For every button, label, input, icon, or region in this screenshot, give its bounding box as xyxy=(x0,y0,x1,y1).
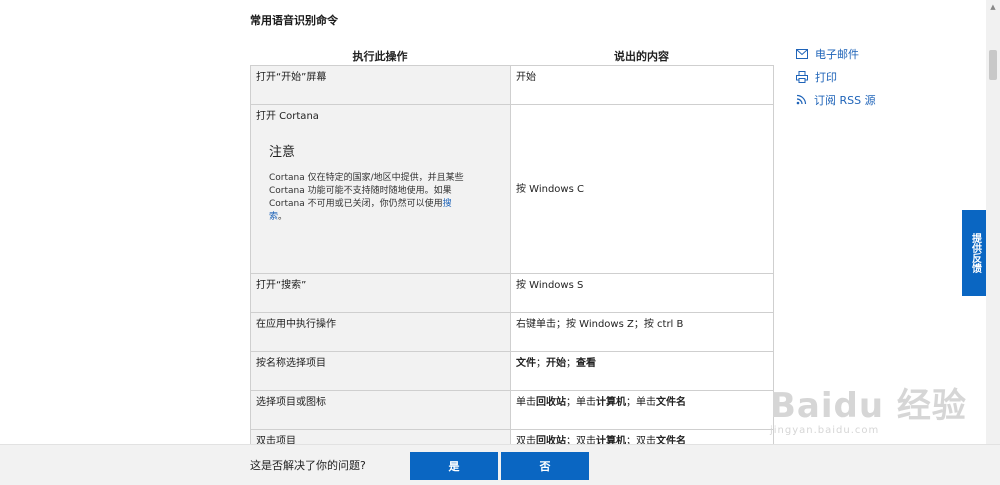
page-title: 常用语音识别命令 xyxy=(250,14,338,27)
table-row: 打开“搜索” 按 Windows S xyxy=(250,273,774,313)
rss-link[interactable]: 订阅 RSS 源 xyxy=(796,88,876,111)
no-button[interactable]: 否 xyxy=(501,452,589,480)
say-cell: 文件；开始；查看 xyxy=(510,351,774,391)
print-link[interactable]: 打印 xyxy=(796,65,876,88)
action-cell: 打开 Cortana 注意 Cortana 仅在特定的国家/地区中提供，并且某些… xyxy=(250,104,511,274)
note-body: Cortana 仅在特定的国家/地区中提供，并且某些 Cortana 功能可能不… xyxy=(269,172,465,224)
say-cell: 单击回收站；单击计算机；单击文件名 xyxy=(510,390,774,430)
yes-button[interactable]: 是 xyxy=(410,452,498,480)
say-separator: ； xyxy=(536,358,546,369)
watermark-sub: jingyan.baidu.com xyxy=(770,425,880,436)
column-header-say: 说出的内容 xyxy=(614,50,669,63)
feedback-tab[interactable]: 提供反馈 xyxy=(962,210,988,296)
action-cell: 选择项目或图标 xyxy=(250,390,511,430)
action-cell: 打开“开始”屏幕 xyxy=(250,65,511,105)
table-row: 选择项目或图标 单击回收站；单击计算机；单击文件名 xyxy=(250,390,774,430)
scrollbar[interactable]: ▲ ▼ xyxy=(986,0,1000,485)
say-cell: 右键单击；按 Windows Z；按 ctrl B xyxy=(510,312,774,352)
say-keyword: 查看 xyxy=(576,358,596,369)
say-separator: ； xyxy=(566,358,576,369)
mail-icon xyxy=(796,48,808,59)
rss-icon xyxy=(796,94,807,105)
rss-label: 订阅 RSS 源 xyxy=(814,93,876,107)
feedback-bar: 这是否解决了你的问题? 是 否 xyxy=(0,444,1000,485)
print-label: 打印 xyxy=(815,70,837,84)
note-text: Cortana 仅在特定的国家/地区中提供，并且某些 Cortana 功能可能不… xyxy=(269,172,464,209)
say-keyword: 回收站 xyxy=(536,397,566,408)
watermark-main: Baidu 经验 xyxy=(770,386,967,426)
say-cell: 按 Windows C xyxy=(510,104,774,274)
say-keyword: 计算机 xyxy=(596,397,626,408)
baidu-watermark-logo: Baidu 经验 jingyan.baidu.com xyxy=(770,378,967,436)
command-grid: 打开“开始”屏幕 开始 打开 Cortana 注意 Cortana 仅在特定的国… xyxy=(250,65,774,469)
note-title: 注意 xyxy=(269,145,296,160)
say-cell: 按 Windows S xyxy=(510,273,774,313)
table-row: 按名称选择项目 文件；开始；查看 xyxy=(250,351,774,391)
action-cell: 打开“搜索” xyxy=(250,273,511,313)
scroll-up-icon[interactable]: ▲ xyxy=(989,3,997,11)
share-links: 电子邮件 打印 订阅 RSS 源 xyxy=(796,42,876,111)
scroll-thumb[interactable] xyxy=(989,50,997,80)
say-verb: ；单击 xyxy=(626,397,656,408)
say-keyword: 文件 xyxy=(516,358,536,369)
action-cell: 在应用中执行操作 xyxy=(250,312,511,352)
say-keyword: 文件名 xyxy=(656,397,686,408)
table-header: 执行此操作 说出的内容 xyxy=(250,47,773,65)
say-keyword: 开始 xyxy=(546,358,566,369)
column-header-action: 执行此操作 xyxy=(352,50,408,63)
table-row: 打开 Cortana 注意 Cortana 仅在特定的国家/地区中提供，并且某些… xyxy=(250,104,774,274)
say-verb: ；单击 xyxy=(566,397,596,408)
email-label: 电子邮件 xyxy=(815,47,859,61)
action-text: 打开 Cortana xyxy=(256,111,319,122)
email-link[interactable]: 电子邮件 xyxy=(796,42,876,65)
say-cell: 开始 xyxy=(510,65,774,105)
note-end: 。 xyxy=(278,212,288,223)
table-row: 在应用中执行操作 右键单击；按 Windows Z；按 ctrl B xyxy=(250,312,774,352)
command-table: 执行此操作 说出的内容 打开“开始”屏幕 开始 打开 Cortana 注意 Co… xyxy=(250,47,774,469)
table-row: 打开“开始”屏幕 开始 xyxy=(250,65,774,105)
say-verb: 单击 xyxy=(516,397,536,408)
printer-icon xyxy=(796,70,808,83)
feedback-question: 这是否解决了你的问题? xyxy=(250,459,366,472)
action-cell: 按名称选择项目 xyxy=(250,351,511,391)
